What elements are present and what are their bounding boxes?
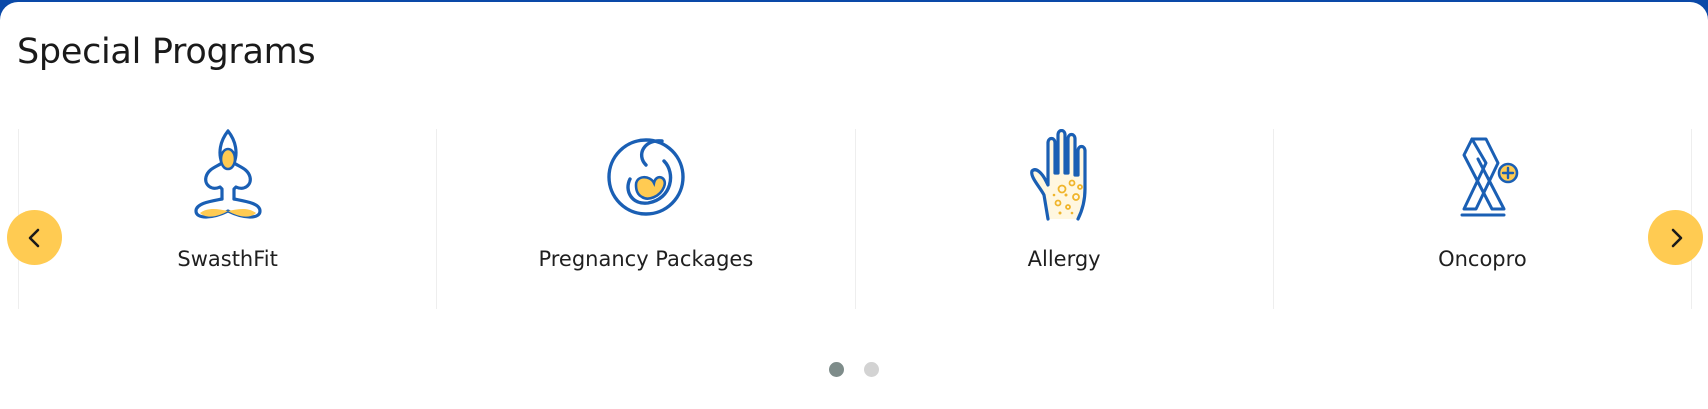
program-label: Pregnancy Packages <box>538 247 754 271</box>
chevron-left-icon <box>28 228 39 247</box>
program-card-swasthfit[interactable]: SwasthFit <box>18 129 436 309</box>
allergy-hand-icon <box>1014 129 1114 225</box>
program-label: Oncopro <box>1438 247 1527 271</box>
carousel-next-button[interactable] <box>1648 210 1703 265</box>
pagination-dot-2[interactable] <box>864 362 879 377</box>
special-programs-card: Special Programs SwasthFit Pregnancy Pac… <box>0 2 1708 409</box>
program-card-allergy[interactable]: Allergy <box>854 129 1273 309</box>
yoga-meditation-icon <box>178 129 278 225</box>
pagination-dot-1[interactable] <box>829 362 844 377</box>
program-card-oncopro[interactable]: Oncopro <box>1272 129 1692 309</box>
program-label: SwasthFit <box>177 247 278 271</box>
carousel-pagination <box>0 362 1708 377</box>
section-title: Special Programs <box>17 32 316 72</box>
program-carousel: SwasthFit Pregnancy Packages Allergy Onc… <box>18 129 1692 309</box>
pregnancy-fetus-icon <box>596 129 696 225</box>
cancer-ribbon-icon <box>1432 129 1532 225</box>
chevron-right-icon <box>1671 228 1682 247</box>
program-label: Allergy <box>1027 247 1101 271</box>
carousel-prev-button[interactable] <box>7 210 62 265</box>
program-card-pregnancy-packages[interactable]: Pregnancy Packages <box>436 129 854 309</box>
